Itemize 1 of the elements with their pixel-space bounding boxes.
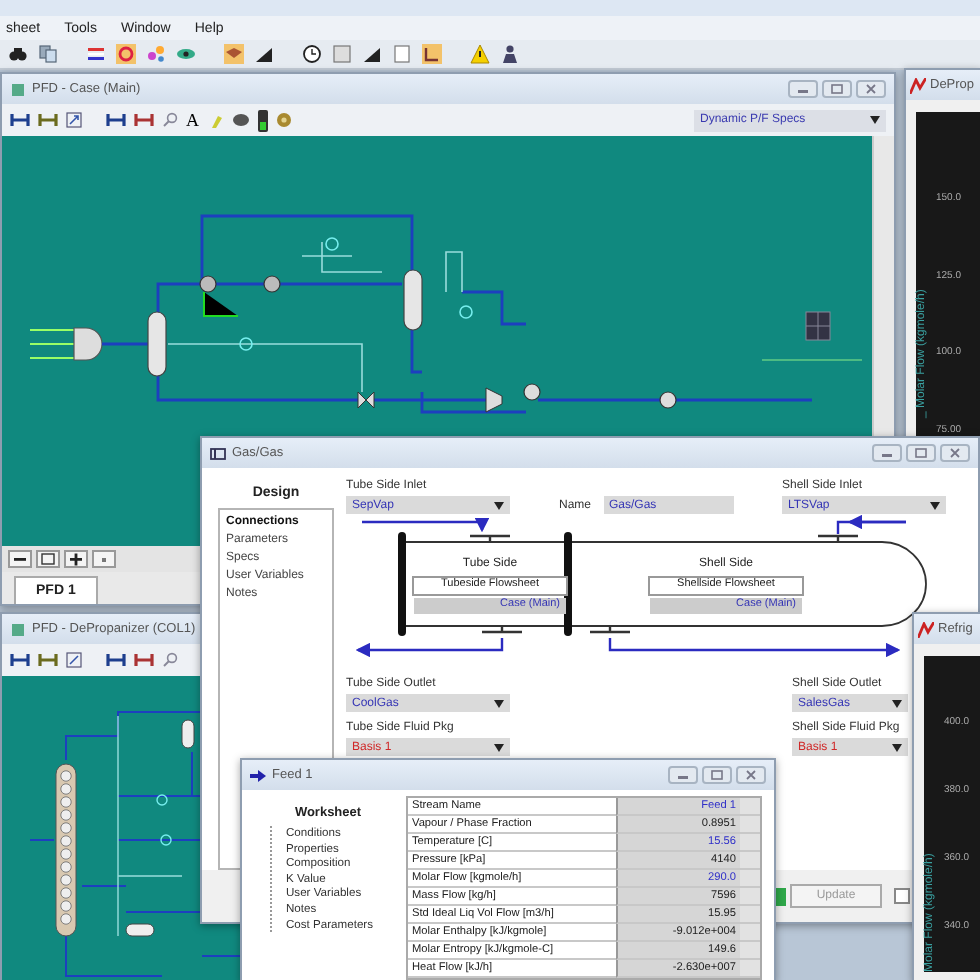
font-button[interactable]: A xyxy=(186,110,199,130)
